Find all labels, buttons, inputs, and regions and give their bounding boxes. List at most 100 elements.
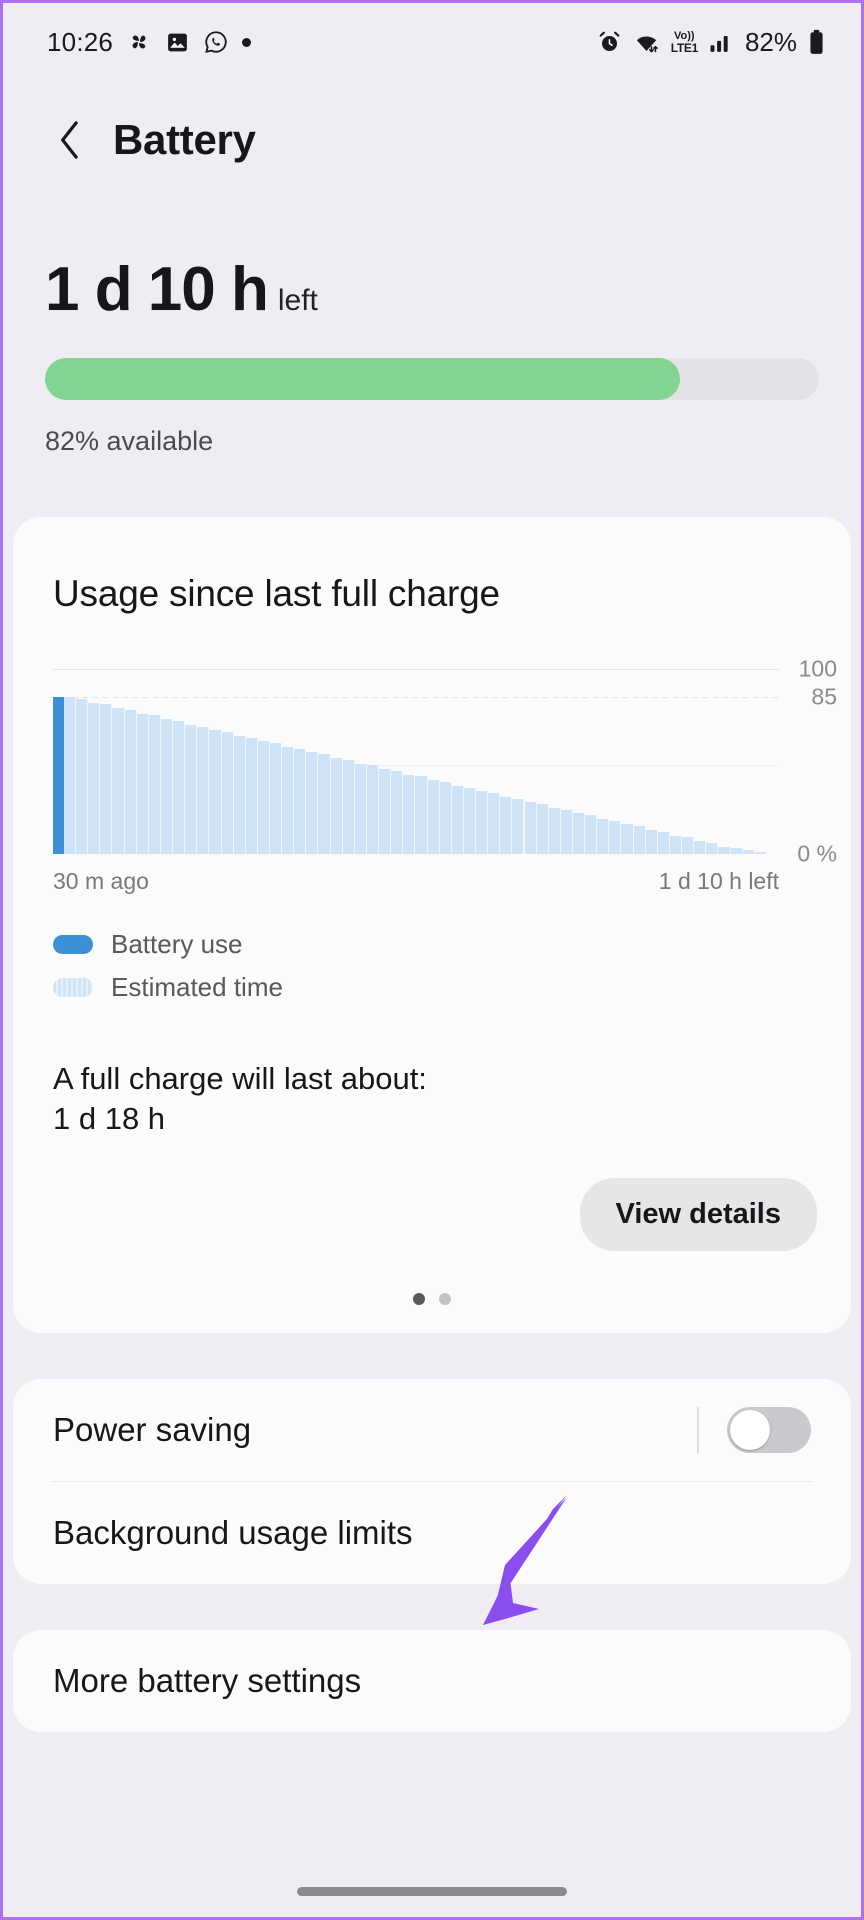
chart-bar-estimated — [694, 841, 707, 854]
chart-bar-estimated — [742, 850, 755, 854]
chart-bar-estimated — [173, 721, 186, 854]
status-time: 10:26 — [47, 26, 114, 57]
chart-bar-estimated — [209, 730, 222, 854]
chart-bars — [53, 669, 779, 854]
legend-swatch-estimated-time — [53, 978, 93, 997]
chart-bar-estimated — [197, 726, 210, 854]
row-label-power-saving: Power saving — [53, 1411, 252, 1449]
chart-bar-estimated — [185, 724, 198, 854]
status-bar: 10:26 Vo)) LTE1 82% — [3, 3, 861, 81]
carousel-dot-1[interactable] — [413, 1293, 425, 1306]
legend-item-battery-use: Battery use — [53, 929, 851, 960]
chart-bar-estimated — [463, 787, 477, 854]
chart-bar-estimated — [64, 697, 77, 854]
chart-plot-area: 100 85 0 % — [53, 656, 841, 867]
power-saving-control[interactable] — [697, 1407, 811, 1454]
settings-group-primary: Power saving Background usage limits — [13, 1379, 851, 1585]
legend-label-battery-use: Battery use — [111, 929, 243, 959]
chart-bar-estimated — [366, 765, 380, 854]
chart-bar-estimated — [88, 702, 101, 854]
chart-bar-estimated — [415, 776, 428, 854]
row-power-saving[interactable]: Power saving — [13, 1379, 851, 1481]
chart-bar-estimated — [379, 769, 392, 854]
chart-bar-estimated — [621, 824, 634, 854]
chart-bar-estimated — [124, 709, 137, 854]
legend-label-estimated-time: Estimated time — [111, 972, 283, 1002]
chart-bar-estimated — [730, 848, 743, 854]
chart-bar-estimated — [294, 748, 307, 854]
chart-bar-estimated — [657, 831, 670, 854]
chart-bar-estimated — [597, 818, 610, 854]
settings-group-secondary: More battery settings — [13, 1630, 851, 1733]
back-button[interactable] — [43, 113, 97, 167]
chart-bar-estimated — [76, 698, 89, 854]
toggle-separator — [697, 1407, 699, 1454]
alarm-icon — [597, 30, 622, 55]
time-remaining-suffix: left — [277, 284, 318, 317]
legend-item-estimated-time: Estimated time — [53, 972, 851, 1003]
battery-level-fill — [45, 358, 680, 400]
chart-bar-estimated — [233, 735, 246, 854]
chart-bar-estimated — [585, 815, 598, 854]
row-label-more-battery-settings: More battery settings — [53, 1662, 362, 1700]
gallery-icon — [165, 30, 190, 55]
chart-bar-estimated — [500, 796, 513, 854]
carousel-dot-2[interactable] — [439, 1293, 451, 1306]
home-indicator[interactable] — [297, 1886, 567, 1896]
chart-bar-estimated — [257, 741, 270, 854]
dot-icon — [242, 37, 252, 47]
axis-label-85: 85 — [811, 683, 837, 710]
chart-bar-estimated — [427, 780, 440, 854]
usage-card-title: Usage since last full charge — [53, 573, 500, 614]
chart-bar-estimated — [306, 752, 319, 854]
volte-line-2: LTE1 — [670, 40, 699, 55]
chart-bar-estimated — [669, 835, 683, 854]
chart-bar-estimated — [282, 746, 295, 854]
phone-screen: 10:26 Vo)) LTE1 82% Battery 1 d 10 h lef… — [0, 0, 864, 1920]
usage-chart: 100 85 0 % 30 m ago 1 d 10 h left — [13, 656, 851, 895]
chart-bar-estimated — [403, 774, 416, 854]
nav-bar — [3, 1865, 861, 1917]
time-remaining-block: 1 d 10 h left — [45, 259, 819, 321]
whatsapp-icon — [203, 29, 229, 55]
chart-bar-estimated — [160, 719, 174, 854]
view-details-button[interactable]: View details — [579, 1178, 817, 1252]
view-details-row: View details — [13, 1138, 851, 1252]
battery-level-track — [45, 358, 819, 400]
chart-bar-estimated — [645, 830, 658, 854]
row-more-battery-settings[interactable]: More battery settings — [13, 1630, 851, 1732]
chart-bar-estimated — [112, 708, 125, 854]
power-saving-toggle[interactable] — [727, 1407, 811, 1454]
wifi-icon — [633, 30, 660, 55]
row-label-background-usage-limits: Background usage limits — [53, 1514, 413, 1552]
chart-x-label-left: 30 m ago — [53, 868, 149, 894]
pinwheel-icon — [126, 29, 152, 55]
chart-bar-estimated — [572, 813, 586, 854]
chart-x-label-right: 1 d 10 h left — [658, 868, 779, 894]
chart-bar-estimated — [706, 842, 719, 854]
carousel-dots[interactable] — [13, 1251, 851, 1306]
chevron-left-icon — [61, 121, 78, 159]
chart-estimated-area — [64, 669, 779, 854]
row-background-usage-limits[interactable]: Background usage limits — [13, 1482, 851, 1584]
full-charge-label: A full charge will last about: — [53, 1061, 427, 1096]
chart-bar-estimated — [451, 785, 464, 854]
time-remaining-value: 1 d 10 h — [45, 255, 269, 324]
chart-bar-estimated — [318, 754, 331, 854]
page-title: Battery — [113, 116, 256, 163]
chart-bar-estimated — [136, 713, 149, 854]
app-bar: Battery — [3, 81, 861, 199]
chart-series-container — [53, 669, 779, 854]
chart-bar-estimated — [354, 763, 367, 854]
signal-icon — [709, 31, 734, 53]
legend-swatch-battery-use — [53, 935, 93, 954]
chart-bar-estimated — [100, 704, 113, 854]
chart-bar-estimated — [439, 781, 452, 854]
status-battery-percent: 82% — [744, 26, 797, 57]
chart-bar-estimated — [476, 791, 489, 854]
chart-bar-estimated — [536, 804, 549, 854]
chart-bar-estimated — [524, 802, 537, 854]
chart-bar-estimated — [512, 798, 525, 854]
chart-bar-estimated — [245, 737, 258, 854]
chart-bar-estimated — [148, 715, 161, 854]
